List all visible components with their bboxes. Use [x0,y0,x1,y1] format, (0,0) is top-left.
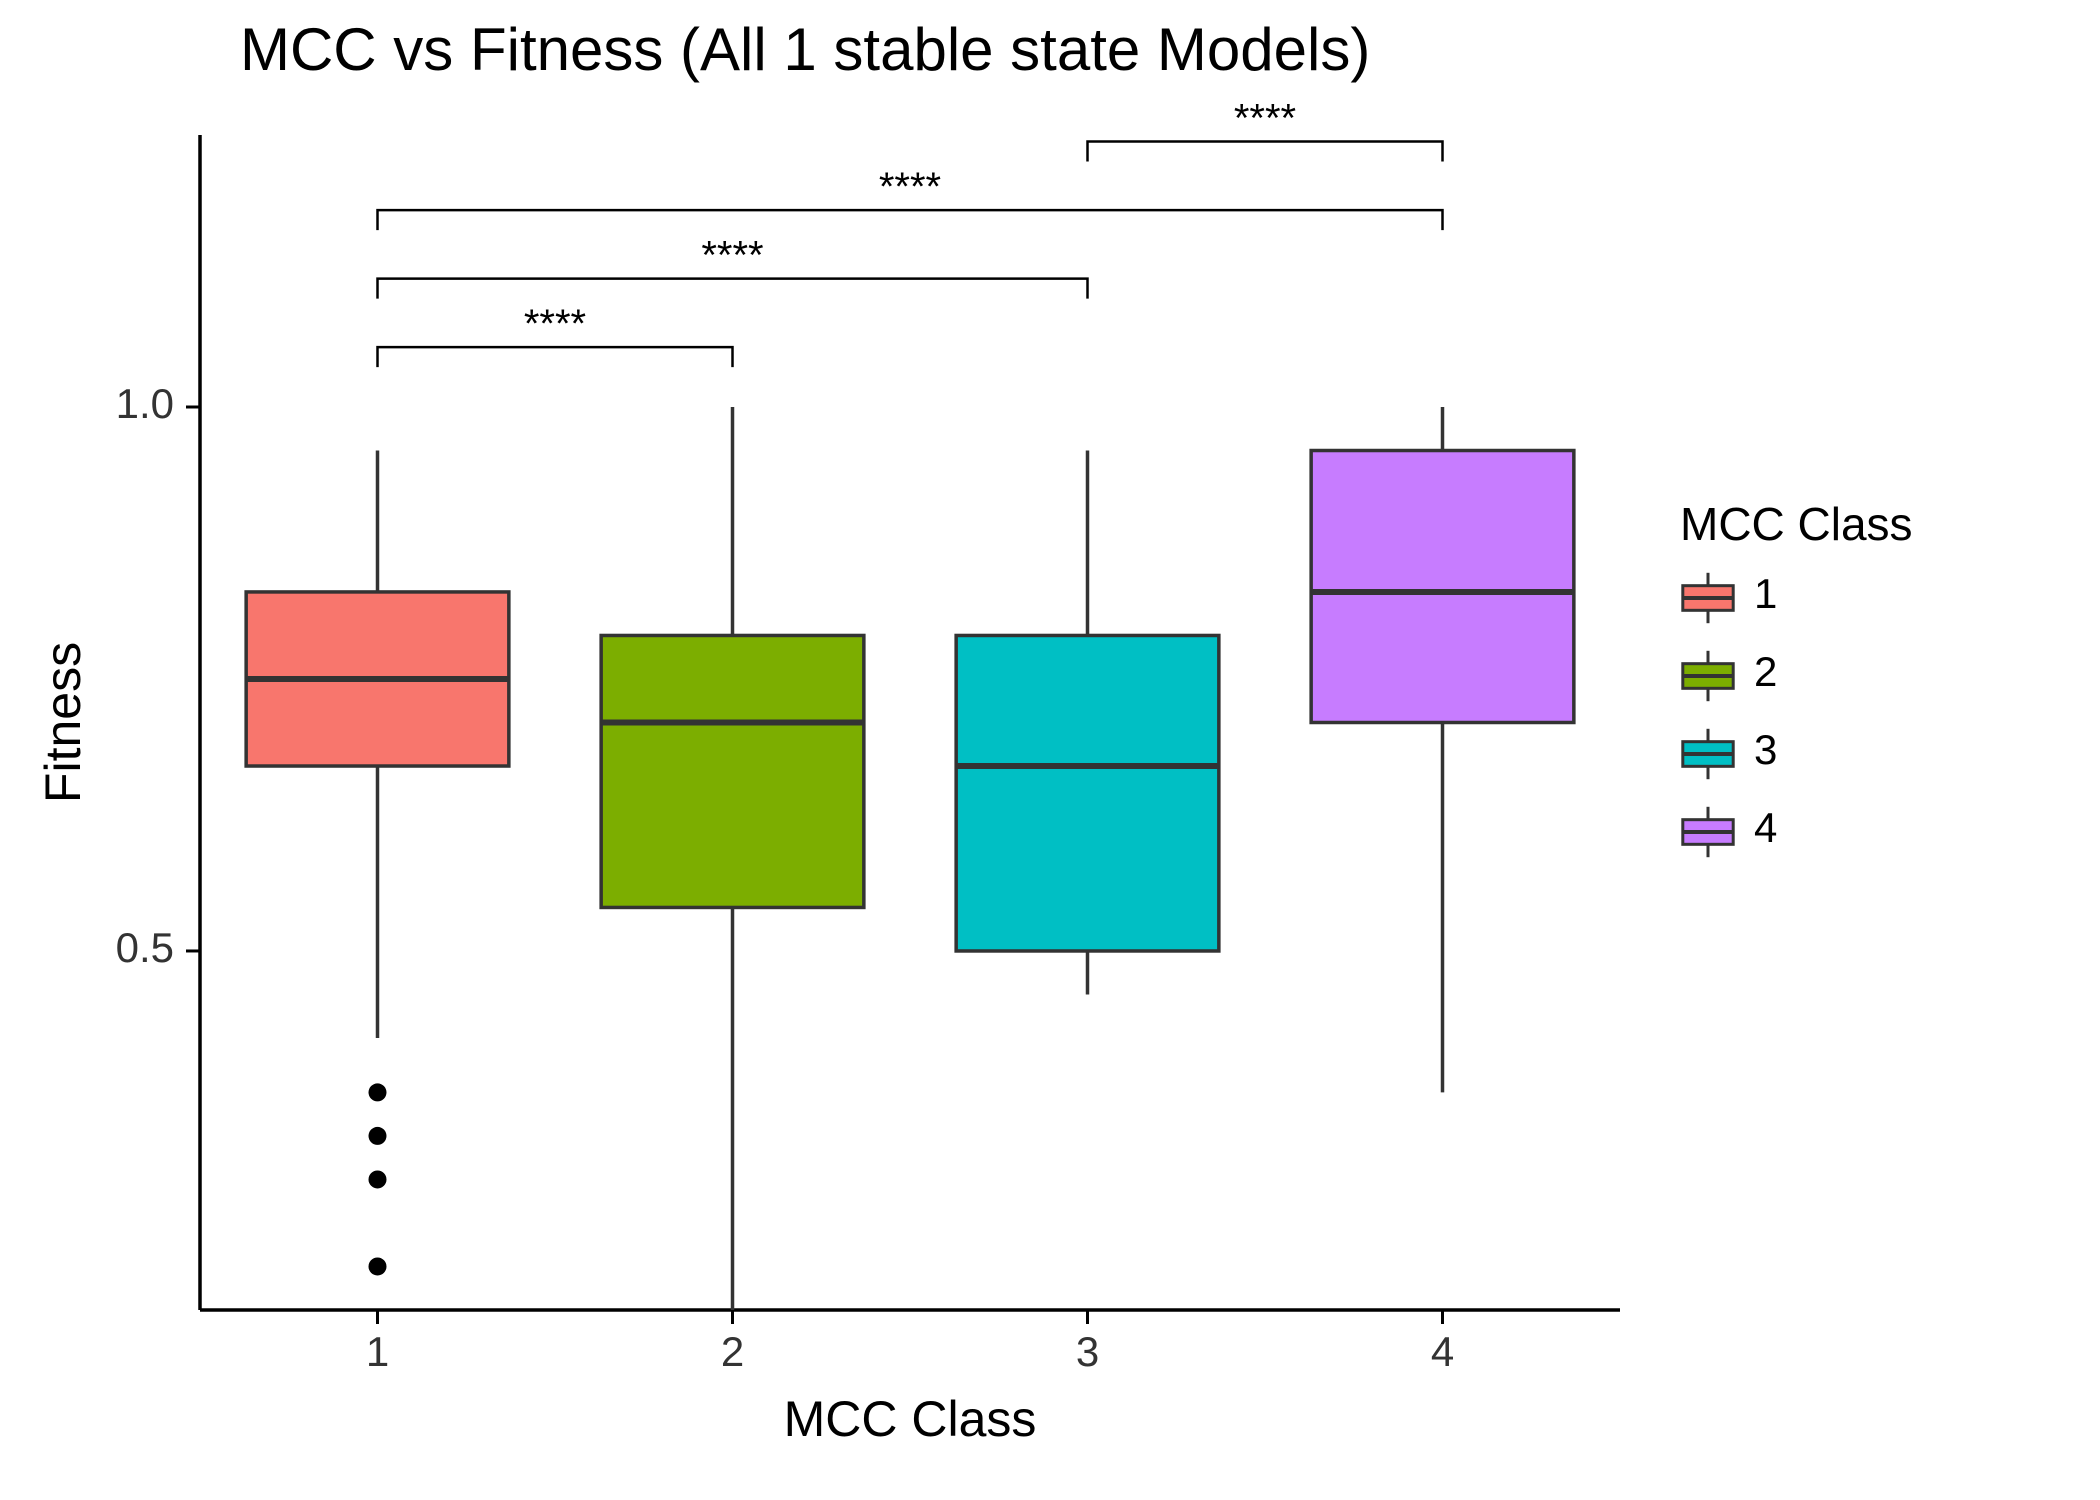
y-tick-label: 1.0 [116,380,174,427]
outlier-point [369,1170,387,1188]
legend-title: MCC Class [1680,498,1913,550]
legend-item-label: 1 [1754,570,1777,617]
significance-label: **** [1234,97,1296,141]
chart-root: MCC vs Fitness (All 1 stable state Model… [0,0,2100,1500]
significance-bracket [378,279,1088,299]
legend: MCC Class 1 2 3 4 [1680,498,1913,860]
legend-item-label: 4 [1754,804,1777,851]
boxplot-group [601,407,864,1310]
x-tick-label: 2 [721,1328,744,1375]
legend-item-label: 2 [1754,648,1777,695]
y-tick-label: 0.5 [116,924,174,971]
x-axis-label: MCC Class [784,1391,1037,1447]
box [601,635,864,907]
y-axis-label: Fitness [35,642,91,803]
x-tick-label: 1 [366,1328,389,1375]
significance-label: **** [879,165,941,209]
significance-bracket [1088,142,1443,162]
chart-title: MCC vs Fitness (All 1 stable state Model… [240,16,1370,83]
outlier-point [369,1127,387,1145]
significance-label: **** [701,234,763,278]
box [1311,451,1574,723]
significance-bracket [378,347,733,367]
x-tick-label: 3 [1076,1328,1099,1375]
box [956,635,1219,951]
significance-bracket [378,210,1443,230]
significance-label: **** [524,302,586,346]
outlier-point [369,1257,387,1275]
legend-item-label: 3 [1754,726,1777,773]
boxplot-chart: MCC vs Fitness (All 1 stable state Model… [0,0,2100,1500]
boxplot-group [956,451,1219,995]
outlier-point [369,1083,387,1101]
x-tick-label: 4 [1431,1328,1454,1375]
boxplot-group [1311,407,1574,1092]
boxplot-group [246,451,509,1276]
